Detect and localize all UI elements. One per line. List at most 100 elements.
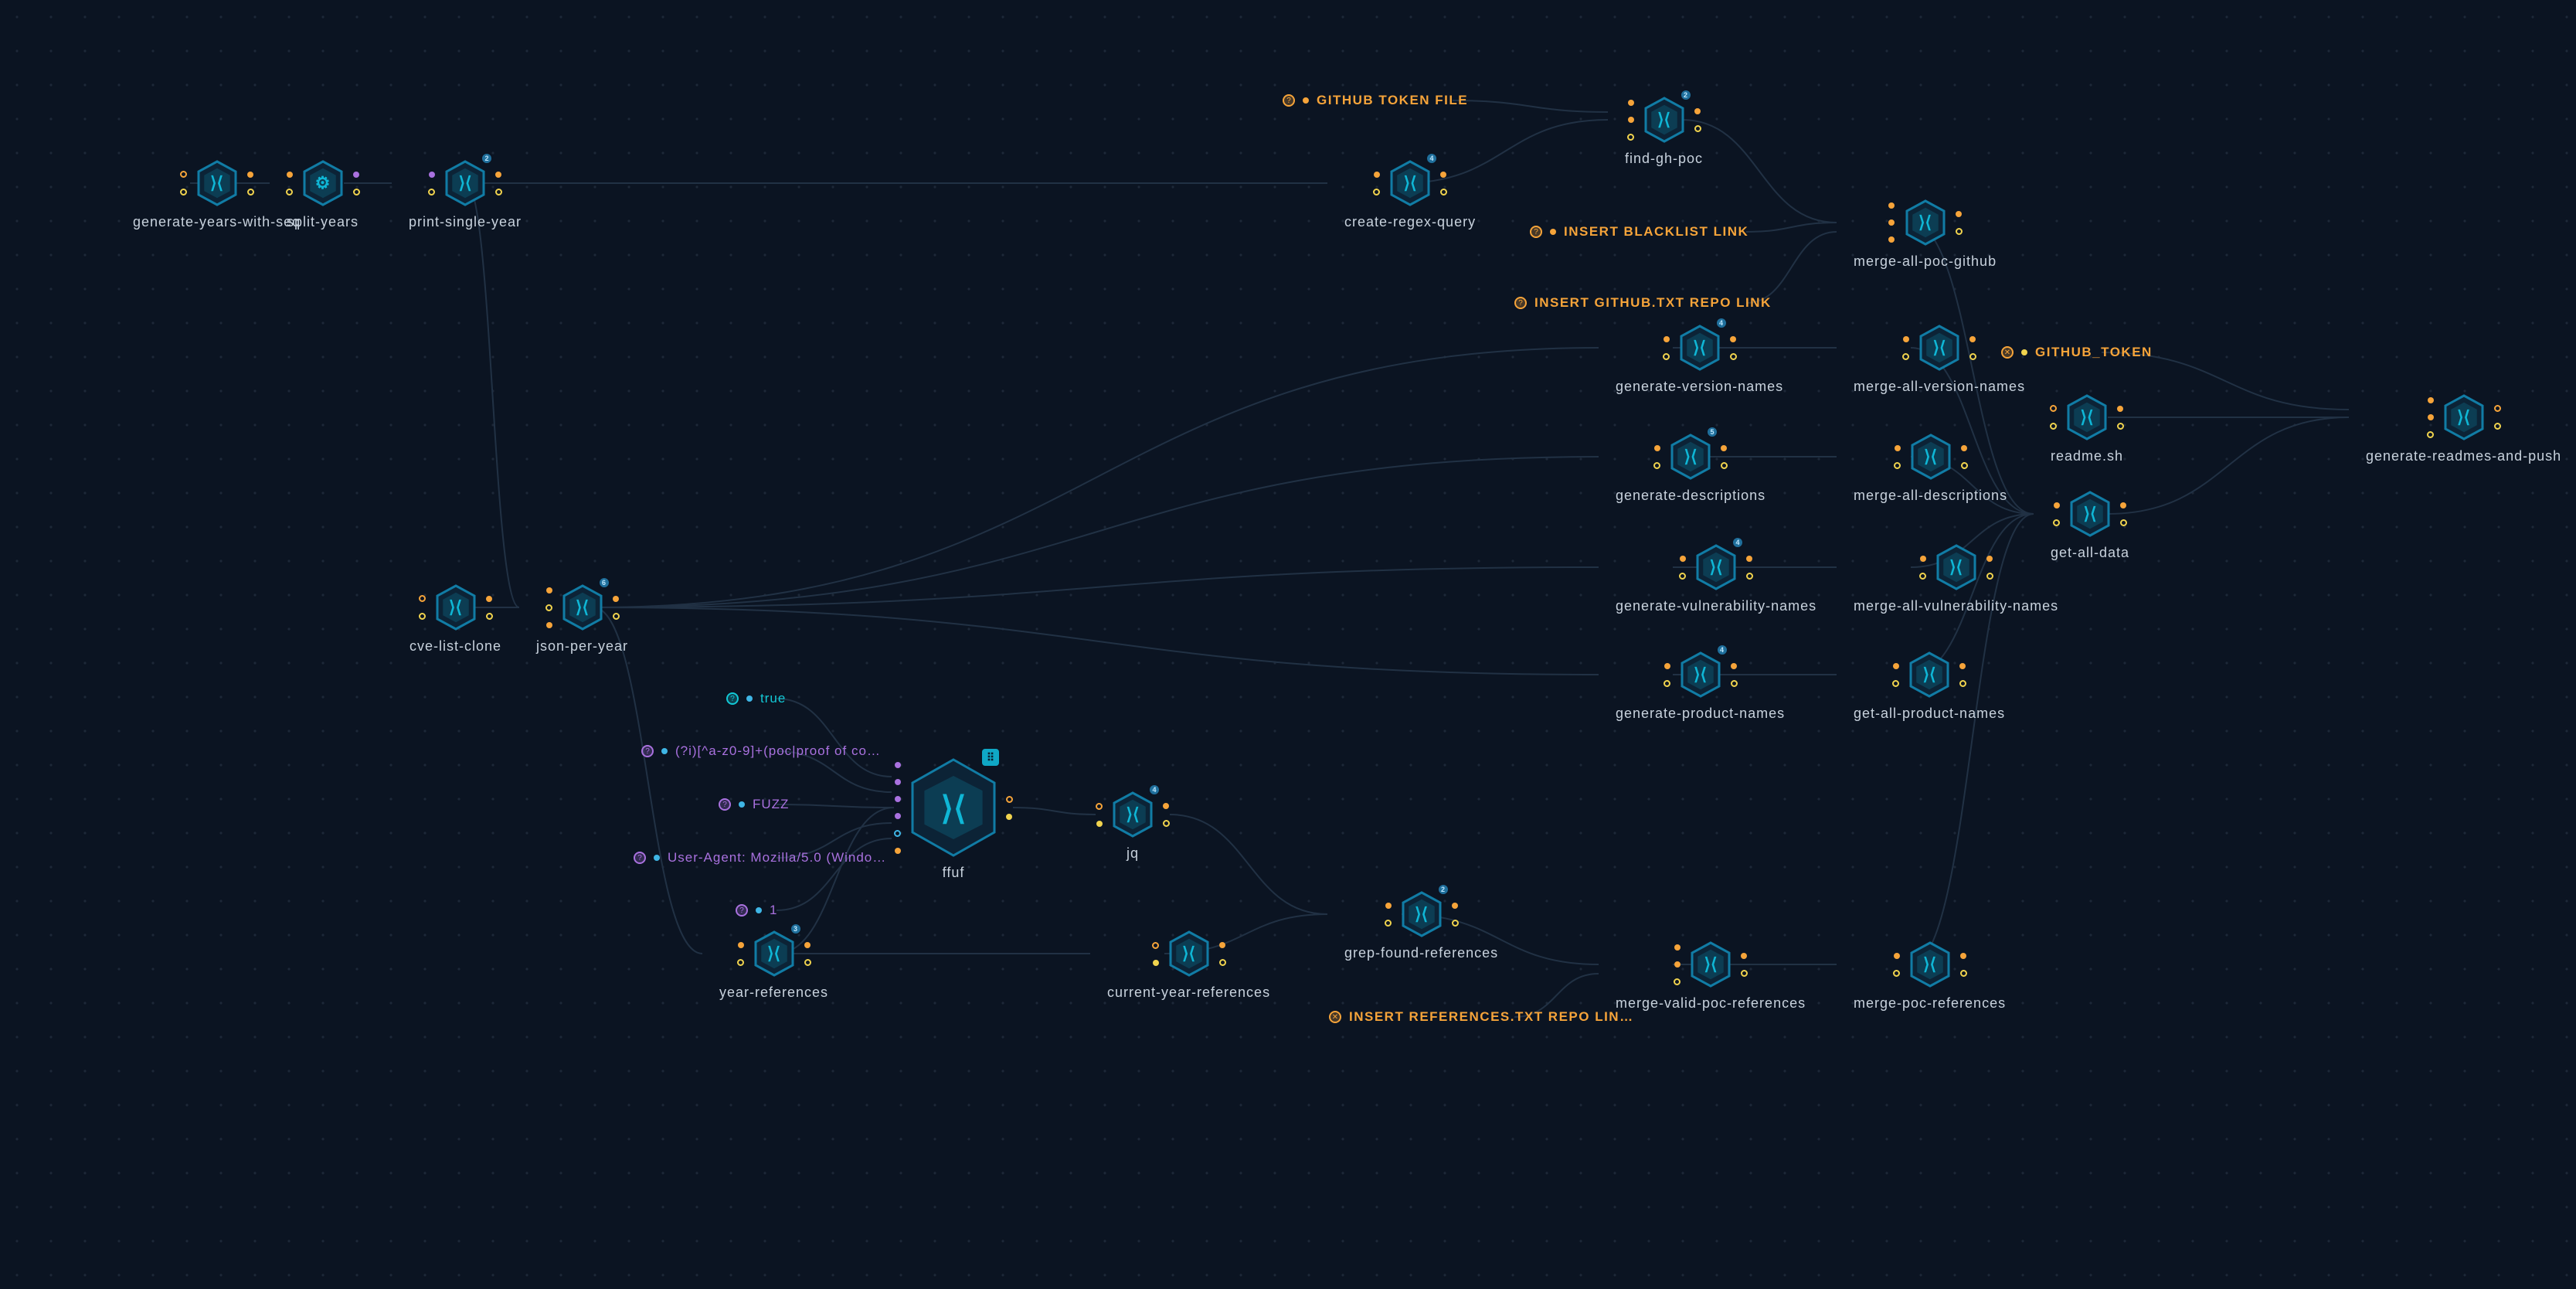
port-out[interactable]	[1961, 462, 1968, 469]
port-in[interactable]	[180, 171, 187, 178]
port-in[interactable]	[1888, 219, 1895, 226]
note-orange[interactable]: ?INSERT BLACKLIST LINK	[1530, 224, 1748, 240]
input-ports[interactable]	[1627, 97, 1634, 143]
note-purple[interactable]: ?FUZZ	[719, 797, 789, 812]
output-ports[interactable]	[1731, 651, 1738, 698]
node-cve-list-clone[interactable]: ⟩⟨cve-list-clone	[410, 584, 501, 655]
port-out[interactable]	[1741, 953, 1747, 959]
port-in[interactable]	[1663, 353, 1670, 360]
input-ports[interactable]	[1919, 544, 1926, 590]
hexagon-icon[interactable]: ⟩⟨	[197, 160, 237, 206]
hexagon-icon[interactable]: ⟩⟨4	[1681, 651, 1721, 698]
port-in[interactable]	[419, 613, 426, 620]
port-out[interactable]	[247, 189, 254, 196]
input-ports[interactable]	[1888, 199, 1895, 246]
port-out[interactable]	[1452, 920, 1459, 927]
hexagon-icon[interactable]: ⟩⟨	[1691, 941, 1731, 988]
output-ports[interactable]	[1746, 544, 1753, 590]
input-ports[interactable]	[1653, 434, 1660, 480]
node-get-all-product-names[interactable]: ⟩⟨get-all-product-names	[1854, 651, 2005, 722]
port-in[interactable]	[428, 189, 435, 196]
input-ports[interactable]	[1674, 941, 1681, 988]
port-out[interactable]	[1006, 796, 1013, 803]
port-out[interactable]	[1986, 556, 1993, 562]
x-icon[interactable]: ✕	[2001, 346, 2014, 359]
port-in[interactable]	[1628, 100, 1634, 106]
node-generate-product-names[interactable]: ⟩⟨4generate-product-names	[1616, 651, 1785, 722]
node-generate-descriptions[interactable]: ⟩⟨5generate-descriptions	[1616, 434, 1765, 504]
port-in[interactable]	[1894, 462, 1901, 469]
input-ports[interactable]	[1385, 891, 1392, 937]
note-orange[interactable]: ✕INSERT REFERENCES.TXT REPO LIN…	[1329, 1009, 1634, 1025]
output-ports[interactable]	[2494, 394, 2501, 440]
port-out[interactable]	[1741, 970, 1748, 977]
note-purple[interactable]: ?(?i)[^a-z0-9]+(poc|proof of co…	[641, 743, 881, 759]
input-ports[interactable]	[286, 160, 293, 206]
expand-badge[interactable]: 2	[1437, 883, 1449, 896]
output-ports[interactable]	[1730, 325, 1737, 371]
expand-badge[interactable]: 2	[1680, 89, 1692, 101]
node-print-single-year[interactable]: ⟩⟨2print-single-year	[409, 160, 522, 230]
port-in[interactable]	[1153, 960, 1159, 966]
port-out[interactable]	[247, 172, 253, 178]
hexagon-icon[interactable]: ⟩⟨4	[1390, 160, 1430, 206]
port-in[interactable]	[1653, 462, 1660, 469]
port-in[interactable]	[1903, 336, 1909, 342]
node-generate-vulnerability-names[interactable]: ⟩⟨4generate-vulnerability-names	[1616, 544, 1816, 614]
port-in[interactable]	[738, 942, 744, 948]
port-out[interactable]	[1731, 663, 1737, 669]
hexagon-icon[interactable]: ⟩⟨2	[1402, 891, 1442, 937]
port-out[interactable]	[1731, 680, 1738, 687]
node-find-gh-poc[interactable]: ⟩⟨2find-gh-poc	[1625, 97, 1703, 167]
input-ports[interactable]	[1663, 325, 1670, 371]
port-in[interactable]	[894, 830, 901, 837]
output-ports[interactable]	[1721, 434, 1728, 480]
port-out[interactable]	[1956, 228, 1963, 235]
input-ports[interactable]	[1096, 791, 1103, 838]
port-in[interactable]	[1919, 573, 1926, 580]
node-jq[interactable]: ⟩⟨4jq	[1113, 791, 1153, 862]
input-ports[interactable]	[2053, 491, 2060, 537]
input-ports[interactable]	[1894, 434, 1901, 480]
note-icon[interactable]: ?	[736, 904, 748, 917]
port-in[interactable]	[1893, 970, 1900, 977]
port-out[interactable]	[495, 189, 502, 196]
output-ports[interactable]	[804, 930, 811, 977]
node-year-references[interactable]: ⟩⟨3year-references	[719, 930, 828, 1001]
port-in[interactable]	[1096, 803, 1103, 810]
input-ports[interactable]	[1893, 941, 1900, 988]
port-in[interactable]	[1096, 821, 1103, 827]
port-out[interactable]	[1452, 903, 1458, 909]
expand-badge[interactable]: 6	[598, 576, 610, 589]
port-in[interactable]	[2428, 414, 2434, 420]
port-in[interactable]	[1373, 189, 1380, 196]
port-out[interactable]	[1959, 680, 1966, 687]
port-out[interactable]	[2117, 406, 2123, 412]
expand-badge[interactable]: 2	[481, 152, 493, 165]
port-in[interactable]	[2427, 431, 2434, 438]
hexagon-icon[interactable]: ⟩⟨	[1910, 941, 1950, 988]
node-ffuf[interactable]: ⟩⟨⠿ffuf	[911, 758, 996, 881]
node-generate-years-with-seq[interactable]: ⟩⟨generate-years-with-seq	[133, 160, 301, 230]
port-in[interactable]	[419, 595, 426, 602]
node-generate-readmes-and-push[interactable]: ⟩⟨generate-readmes-and-push	[2366, 394, 2561, 464]
note-icon[interactable]: ?	[719, 798, 731, 811]
port-in[interactable]	[895, 848, 901, 854]
port-out[interactable]	[1440, 172, 1446, 178]
input-ports[interactable]	[1892, 651, 1899, 698]
port-in[interactable]	[737, 959, 744, 966]
port-out[interactable]	[1219, 942, 1225, 948]
output-ports[interactable]	[1006, 758, 1013, 857]
hexagon-icon[interactable]: ⚙	[303, 160, 343, 206]
port-out[interactable]	[1961, 445, 1967, 451]
hexagon-icon[interactable]: ⟩⟨6	[562, 584, 603, 631]
port-out[interactable]	[1746, 573, 1753, 580]
port-out[interactable]	[1986, 573, 1993, 580]
hexagon-icon[interactable]: ⟩⟨5	[1670, 434, 1711, 480]
port-in[interactable]	[1674, 961, 1681, 968]
port-in[interactable]	[895, 813, 901, 819]
expand-badge[interactable]: 4	[1715, 317, 1728, 329]
input-ports[interactable]	[737, 930, 744, 977]
port-in[interactable]	[895, 779, 901, 785]
hexagon-icon[interactable]: ⟩⟨	[436, 584, 476, 631]
